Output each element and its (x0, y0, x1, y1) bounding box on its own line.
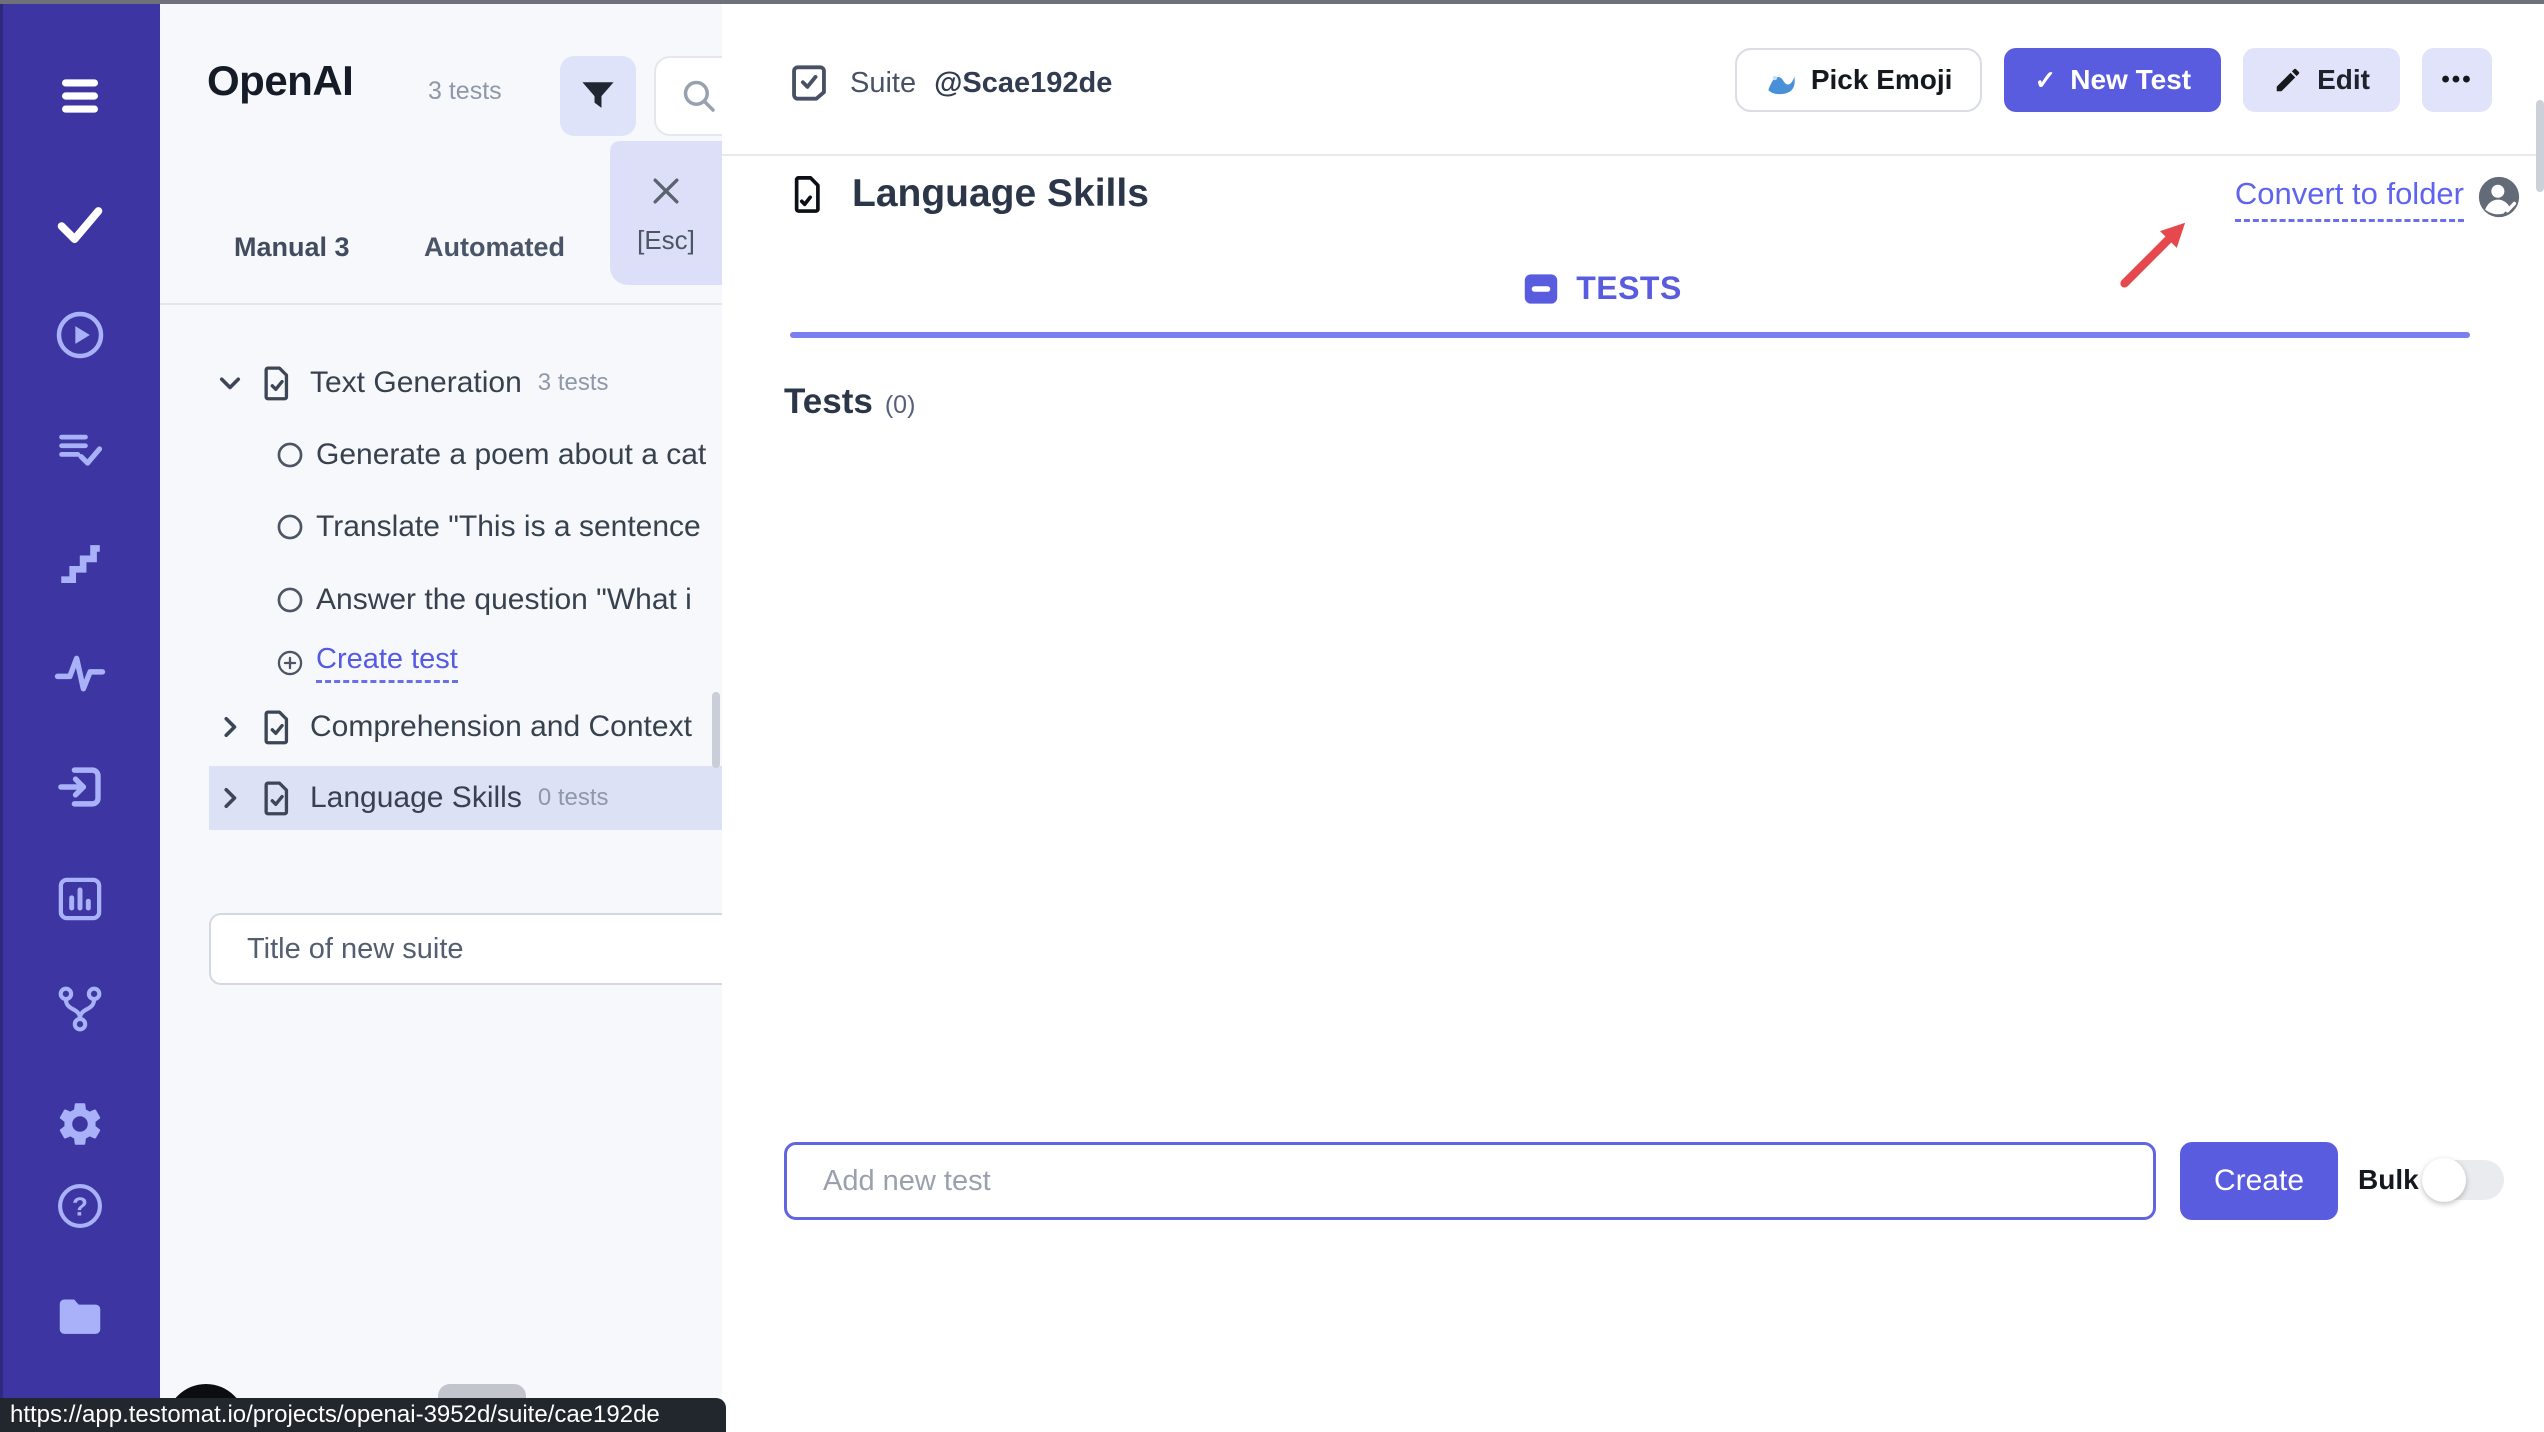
new-test-label: New Test (2070, 64, 2191, 96)
tree-test-item[interactable]: Generate a poem about a cat (274, 424, 722, 486)
suite-topbar: Suite @Scae192de Pick Emoji ✓ New Test E… (722, 4, 2544, 156)
bulk-toggle[interactable] (2424, 1160, 2504, 1200)
suite-main: Suite @Scae192de Pick Emoji ✓ New Test E… (722, 4, 2544, 1432)
tests-tab-label: TESTS (1576, 270, 1682, 307)
test-status-icon (274, 439, 306, 471)
tree-test-item[interactable]: Answer the question "What i (274, 569, 722, 631)
check-icon: ✓ (2034, 65, 2056, 96)
edit-button[interactable]: Edit (2243, 48, 2400, 112)
more-icon: ••• (2441, 66, 2472, 94)
browser-status-url: https://app.testomat.io/projects/openai-… (0, 1398, 726, 1432)
chevron-right-icon[interactable] (212, 709, 248, 745)
tests-title: Tests (784, 382, 873, 422)
chevron-right-icon[interactable] (212, 780, 248, 816)
edit-label: Edit (2317, 64, 2370, 96)
new-suite-input[interactable] (209, 913, 722, 985)
more-actions-button[interactable]: ••• (2422, 48, 2492, 112)
test-status-icon (274, 584, 306, 616)
app-window: ? OpenAI 3 tests [Esc] Manual 3 Automate… (0, 0, 2544, 1432)
panel-divider (160, 303, 722, 305)
suite-label: Language Skills (310, 781, 522, 815)
close-icon[interactable] (646, 171, 686, 211)
panel-tabs: Manual 3 Automated (160, 232, 722, 280)
filter-icon (576, 74, 620, 118)
tests-tab-underline (790, 332, 2470, 338)
suite-count: 0 tests (538, 784, 609, 812)
branches-icon[interactable] (0, 983, 160, 1035)
tests-section-header: Tests (0) (784, 382, 915, 422)
test-title: Generate a poem about a cat (316, 438, 716, 472)
suite-doc-icon (256, 706, 298, 748)
tree-suite-comprehension[interactable]: Comprehension and Context (212, 696, 725, 758)
project-tests-count: 3 tests (428, 77, 502, 106)
tree-suite-text-generation[interactable]: Text Generation 3 tests (212, 352, 609, 414)
breadcrumb-type: Suite (850, 67, 916, 100)
breadcrumb: Suite @Scae192de (786, 60, 1112, 106)
test-title: Translate "This is a sentence (316, 510, 716, 544)
project-title: OpenAI (207, 57, 353, 105)
tab-tests[interactable]: TESTS (722, 270, 2482, 307)
tab-manual[interactable]: Manual 3 (234, 232, 350, 263)
chevron-down-icon[interactable] (212, 365, 248, 401)
menu-icon[interactable] (0, 70, 160, 122)
bulk-label: Bulk (2358, 1164, 2419, 1196)
pick-emoji-button[interactable]: Pick Emoji (1735, 48, 1983, 112)
suite-toolbar: Pick Emoji ✓ New Test Edit ••• (1735, 48, 2492, 112)
project-panel: OpenAI 3 tests [Esc] Manual 3 Automated … (160, 4, 722, 1432)
test-status-icon (274, 511, 306, 543)
tree-suite-language-skills[interactable]: Language Skills 0 tests (212, 767, 609, 829)
settings-icon[interactable] (0, 1098, 160, 1150)
create-test-row[interactable]: Create test (274, 632, 458, 694)
import-icon[interactable] (0, 760, 160, 814)
topbar-divider (722, 154, 2544, 156)
suite-label: Text Generation (310, 366, 522, 400)
page-title: Language Skills (852, 172, 1149, 216)
tree-test-item[interactable]: Translate "This is a sentence (274, 496, 722, 558)
breadcrumb-suite-id: @Scae192de (934, 67, 1112, 100)
search-icon (678, 75, 720, 117)
plus-circle-icon (274, 647, 306, 679)
convert-to-folder-link[interactable]: Convert to folder (2235, 176, 2464, 222)
analytics-icon[interactable] (0, 872, 160, 926)
test-title: Answer the question "What i (316, 583, 716, 617)
tests-tab-icon (1522, 272, 1560, 306)
filter-button[interactable] (560, 56, 636, 136)
add-test-row: Create Bulk (722, 1132, 2544, 1232)
suite-doc-icon (256, 362, 298, 404)
test-plans-icon[interactable] (0, 423, 160, 475)
steps-icon[interactable] (0, 536, 160, 588)
bulk-toggle-knob (2422, 1158, 2466, 1202)
runs-icon[interactable] (0, 307, 160, 363)
tests-icon[interactable] (0, 198, 160, 250)
create-button-label: Create (2214, 1164, 2304, 1198)
assignee-avatar[interactable] (2476, 174, 2522, 220)
add-test-input[interactable] (784, 1142, 2156, 1220)
help-icon[interactable]: ? (0, 1180, 160, 1232)
suite-check-icon (786, 60, 832, 106)
suite-doc-icon (256, 777, 298, 819)
create-button[interactable]: Create (2180, 1142, 2338, 1220)
main-scrollbar-thumb[interactable] (2536, 100, 2544, 192)
suite-label: Comprehension and Context (310, 710, 725, 744)
new-test-button[interactable]: ✓ New Test (2004, 48, 2221, 112)
tab-automated[interactable]: Automated (424, 232, 565, 263)
pulse-icon[interactable] (0, 647, 160, 699)
suite-count: 3 tests (538, 369, 609, 397)
panel-scrollbar-thumb[interactable] (712, 692, 720, 768)
suite-doc-icon (786, 172, 830, 216)
pencil-icon (2273, 65, 2303, 95)
main-sidebar: ? (0, 4, 160, 1432)
pick-emoji-label: Pick Emoji (1811, 64, 1953, 96)
tests-count: (0) (885, 391, 916, 420)
projects-icon[interactable] (0, 1290, 160, 1344)
suite-heading: Language Skills (786, 172, 1149, 216)
create-test-link[interactable]: Create test (316, 643, 458, 683)
svg-text:?: ? (72, 1191, 88, 1221)
wave-emoji-icon (1765, 64, 1797, 96)
